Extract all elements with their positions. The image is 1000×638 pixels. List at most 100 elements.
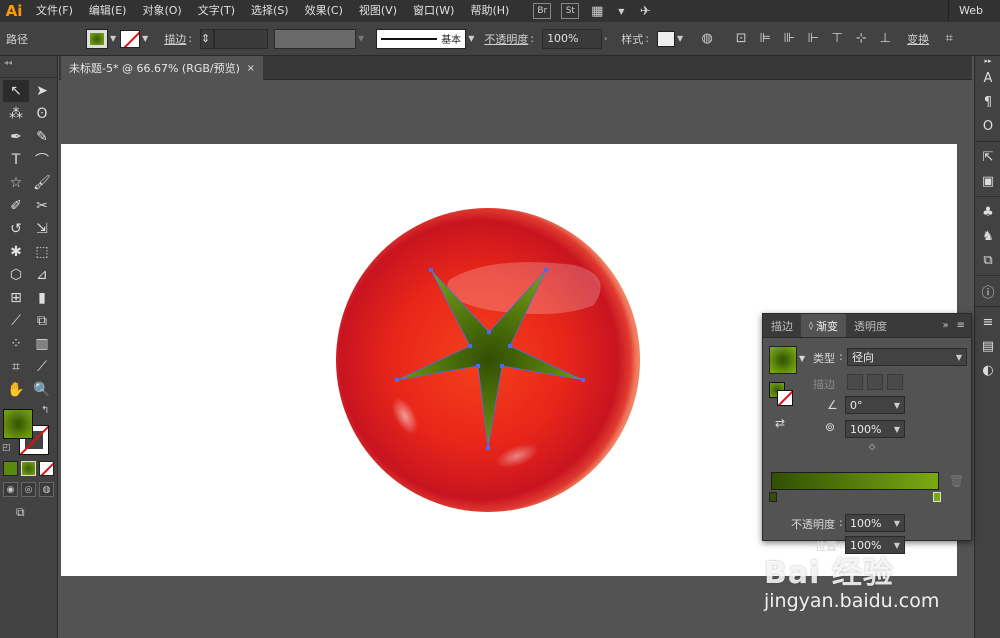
perspective-grid-tool-icon[interactable]: ⊿ bbox=[29, 264, 55, 286]
fill-color-picker[interactable] bbox=[86, 28, 108, 49]
chevron-down-icon[interactable]: ▼ bbox=[110, 34, 116, 43]
menu-type[interactable]: 文字(T) bbox=[190, 0, 243, 22]
menu-help[interactable]: 帮助(H) bbox=[462, 0, 517, 22]
mesh-tool-icon[interactable]: ⊞ bbox=[3, 287, 29, 309]
aspect-ratio-input[interactable]: 100% ▼ bbox=[845, 420, 905, 438]
scale-tool-icon[interactable]: ⇲ bbox=[29, 218, 55, 240]
transparency-panel-icon[interactable]: ◐ bbox=[975, 358, 1000, 382]
fill-swatch[interactable] bbox=[3, 409, 33, 439]
chevron-down-icon[interactable]: ▼ bbox=[799, 354, 805, 363]
chevron-down-icon[interactable]: ▼ bbox=[142, 34, 148, 43]
info-panel-icon[interactable]: ⓘ bbox=[975, 279, 1000, 303]
stop-location-input[interactable]: 100% ▼ bbox=[845, 536, 905, 554]
gradient-tool-icon[interactable]: ▮ bbox=[29, 287, 55, 309]
symbol-sprayer-tool-icon[interactable]: ⁘ bbox=[3, 333, 29, 355]
free-transform-tool-icon[interactable]: ⬚ bbox=[29, 241, 55, 263]
reverse-gradient-icon[interactable]: ⇄ bbox=[775, 416, 785, 430]
lasso-tool-icon[interactable]: ʘ bbox=[29, 103, 55, 125]
align-bottom-icon[interactable]: ⊥ bbox=[875, 29, 895, 49]
graphic-style-picker[interactable] bbox=[656, 30, 675, 47]
stroke-weight-input[interactable] bbox=[214, 28, 269, 49]
gpu-performance-icon[interactable]: ✈ bbox=[635, 1, 655, 21]
stroke-within-icon[interactable] bbox=[847, 374, 863, 390]
links-panel-icon[interactable]: ⧉ bbox=[975, 248, 1000, 272]
gradient-preview-swatch[interactable] bbox=[769, 346, 797, 374]
collapse-icon[interactable]: » bbox=[942, 320, 948, 331]
close-icon[interactable]: × bbox=[247, 63, 255, 74]
puppet-warp-tool-icon[interactable]: ✱ bbox=[3, 241, 29, 263]
menu-effect[interactable]: 效果(C) bbox=[297, 0, 351, 22]
color-mode-button[interactable] bbox=[3, 461, 18, 476]
none-mode-button[interactable] bbox=[39, 461, 54, 476]
selection-tool-icon[interactable]: ↖ bbox=[3, 80, 29, 102]
variable-width-profile[interactable] bbox=[274, 28, 357, 49]
stroke-across-icon[interactable] bbox=[887, 374, 903, 390]
draw-behind-icon[interactable]: ◎ bbox=[21, 482, 36, 497]
stroke-label[interactable]: 描边 bbox=[164, 31, 186, 47]
chevron-down-icon[interactable]: ▼ bbox=[468, 34, 474, 43]
dock-grip[interactable]: ▸▸ bbox=[975, 56, 1000, 66]
swap-fill-stroke-icon[interactable]: ↰ bbox=[41, 405, 49, 416]
tab-stroke[interactable]: 描边 bbox=[763, 314, 801, 337]
menu-view[interactable]: 视图(V) bbox=[351, 0, 405, 22]
blend-tool-icon[interactable]: ⧉ bbox=[29, 310, 55, 332]
artboards-panel-icon[interactable]: ▣ bbox=[975, 169, 1000, 193]
export-panel-icon[interactable]: ⇱ bbox=[975, 145, 1000, 169]
character-panel-icon[interactable]: A bbox=[975, 66, 1000, 90]
angle-input[interactable]: 0° ▼ bbox=[845, 396, 905, 414]
direct-selection-tool-icon[interactable]: ➤ bbox=[29, 80, 55, 102]
align-center-icon[interactable]: ⊪ bbox=[779, 29, 799, 49]
menu-file[interactable]: 文件(F) bbox=[28, 0, 81, 22]
chevron-down-icon[interactable]: ▼ bbox=[677, 34, 683, 43]
type-tool-icon[interactable]: T bbox=[3, 149, 29, 171]
rotate-tool-icon[interactable]: ↺ bbox=[3, 218, 29, 240]
isolate-icon[interactable]: ⌗ bbox=[939, 29, 959, 49]
stock-button[interactable]: St bbox=[561, 3, 580, 19]
opacity-input[interactable]: 100% bbox=[542, 28, 603, 49]
trash-icon[interactable]: 🗑 bbox=[949, 474, 964, 488]
stroke-color-picker[interactable] bbox=[120, 29, 141, 48]
tab-gradient[interactable]: ◊ 渐变 bbox=[801, 314, 846, 337]
stroke-along-icon[interactable] bbox=[867, 374, 883, 390]
panel-grip[interactable]: ◂◂ bbox=[0, 56, 57, 78]
gradient-panel-icon[interactable]: ▤ bbox=[975, 334, 1000, 358]
menu-edit[interactable]: 编辑(E) bbox=[81, 0, 135, 22]
paragraph-panel-icon[interactable]: ¶ bbox=[975, 90, 1000, 114]
hand-tool-icon[interactable]: ✋ bbox=[3, 379, 29, 401]
stop-opacity-input[interactable]: 100% ▼ bbox=[845, 514, 905, 532]
stroke-panel-icon[interactable]: ≡ bbox=[975, 310, 1000, 334]
gradient-ramp[interactable] bbox=[771, 472, 939, 490]
menu-select[interactable]: 选择(S) bbox=[243, 0, 297, 22]
curvature-tool-icon[interactable]: ✎ bbox=[29, 126, 55, 148]
line-tool-icon[interactable]: ⌒ bbox=[29, 149, 55, 171]
draw-inside-icon[interactable]: ◍ bbox=[39, 482, 54, 497]
align-top-icon[interactable]: ⊤ bbox=[827, 29, 847, 49]
transform-label[interactable]: 变换 bbox=[907, 31, 929, 47]
screen-mode-icon[interactable]: ⧉ bbox=[16, 505, 57, 520]
blob-brush-tool-icon[interactable]: ✐ bbox=[3, 195, 29, 217]
star-tool-icon[interactable]: ☆ bbox=[3, 172, 29, 194]
gradient-mode-button[interactable] bbox=[21, 461, 36, 476]
zoom-tool-icon[interactable]: 🔍 bbox=[29, 379, 55, 401]
slice-tool-icon[interactable]: ⟋ bbox=[29, 356, 55, 378]
magic-wand-tool-icon[interactable]: ⁂ bbox=[3, 103, 29, 125]
opacity-label[interactable]: 不透明度 bbox=[484, 31, 528, 47]
eyedropper-tool-icon[interactable]: ⟋ bbox=[3, 310, 29, 332]
opentype-panel-icon[interactable]: O bbox=[975, 114, 1000, 138]
recolor-artwork-icon[interactable]: ◍ bbox=[697, 29, 717, 49]
align-right-icon[interactable]: ⊩ bbox=[803, 29, 823, 49]
stroke-weight-stepper[interactable]: ⇕ bbox=[200, 28, 215, 49]
column-graph-tool-icon[interactable]: ▥ bbox=[29, 333, 55, 355]
menu-window[interactable]: 窗口(W) bbox=[405, 0, 462, 22]
menu-object[interactable]: 对象(O) bbox=[134, 0, 189, 22]
arrange-documents-icon[interactable]: ▦ bbox=[587, 1, 607, 21]
gradient-stop-start[interactable] bbox=[769, 492, 777, 502]
shape-builder-tool-icon[interactable]: ⬡ bbox=[3, 264, 29, 286]
gradient-stop-end[interactable] bbox=[933, 492, 941, 502]
brush-definition-picker[interactable]: 基本 bbox=[376, 28, 467, 49]
paintbrush-tool-icon[interactable]: 🖌 bbox=[29, 172, 55, 194]
align-to-icon[interactable]: ⊡ bbox=[731, 29, 751, 49]
tab-transparency[interactable]: 透明度 bbox=[846, 314, 895, 337]
artboard-tool-icon[interactable]: ⌗ bbox=[3, 356, 29, 378]
align-middle-icon[interactable]: ⊹ bbox=[851, 29, 871, 49]
